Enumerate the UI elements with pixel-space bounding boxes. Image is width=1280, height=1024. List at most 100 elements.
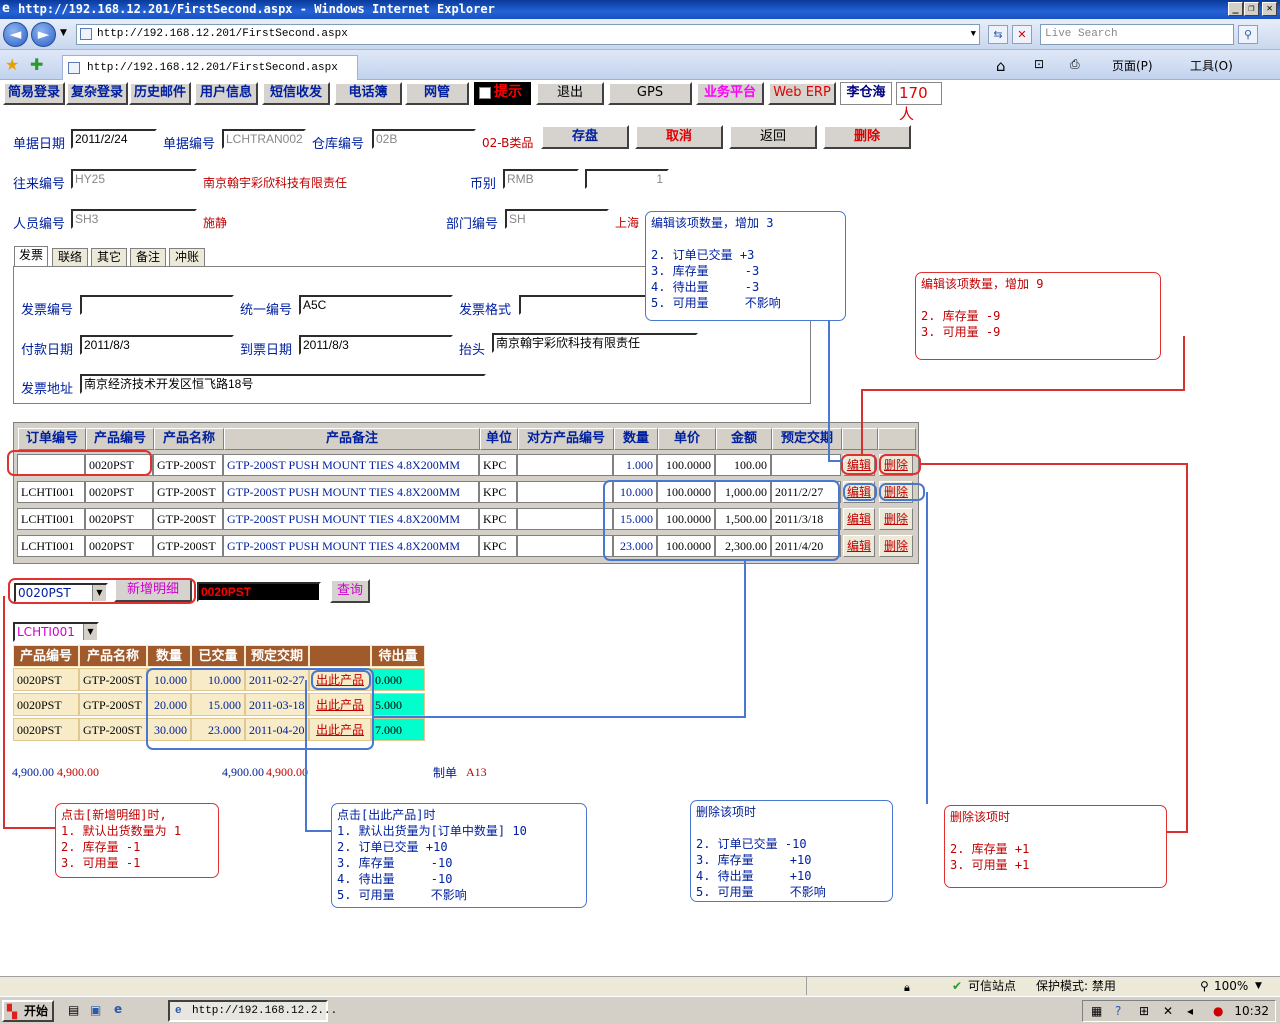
menu-sms[interactable]: 短信收发 (262, 82, 330, 105)
cell-price: 100.0000 (657, 454, 715, 476)
menu-complex-login[interactable]: 复杂登录 (66, 82, 128, 105)
home-icon[interactable]: ⌂ (996, 57, 1006, 75)
ie-quicklaunch-icon[interactable]: e (114, 1002, 122, 1016)
protected-mode: 保护模式: 禁用 (1036, 979, 1116, 993)
web-erp-button[interactable]: Web ERP (768, 82, 836, 105)
address-bar[interactable]: http://192.168.12.201/FirstSecond.aspx ▼ (76, 24, 980, 45)
quicklaunch-icon[interactable]: ▤ (68, 1003, 79, 1017)
hint-toggle[interactable]: 提示 (474, 82, 531, 105)
divider (0, 158, 1270, 159)
col-product-no: 产品编号 (86, 428, 154, 450)
connector-line (926, 492, 928, 804)
windows-logo-icon: ▚ (7, 1005, 17, 1020)
menu-netadmin[interactable]: 网管 (405, 82, 469, 105)
menu-simple-login[interactable]: 简易登录 (3, 82, 65, 105)
tab-other[interactable]: 其它 (91, 248, 127, 266)
invoice-header-input[interactable]: 南京翰宇彩欣科技有限责任 (492, 333, 698, 353)
menu-history-mail[interactable]: 历史邮件 (129, 82, 191, 105)
invoice-no-input[interactable] (80, 295, 234, 315)
unified-no-label: 统一编号 (240, 303, 293, 318)
partner-input[interactable]: HY25 (71, 169, 197, 189)
currency-label: 币别 (470, 177, 497, 192)
order-cell-pending: 7.000 (371, 718, 425, 741)
arrive-date-input[interactable]: 2011/8/3 (299, 335, 453, 355)
invoice-format-input[interactable] (519, 295, 647, 315)
highlight-add-detail (8, 578, 196, 604)
pay-date-input[interactable]: 2011/8/3 (80, 335, 234, 355)
delete-row-link[interactable]: 删除 (879, 535, 913, 557)
cancel-button[interactable]: 取消 (635, 125, 723, 149)
volume-icon[interactable]: ◂ (1187, 1001, 1193, 1021)
tab-remark[interactable]: 备注 (130, 248, 166, 266)
maximize-button[interactable]: ❐ (1244, 2, 1259, 16)
edit-row-link[interactable]: 编辑 (843, 508, 875, 530)
forward-icon[interactable]: ► (31, 22, 56, 47)
page-menu[interactable]: 页面(P) (1112, 57, 1153, 74)
add-favorite-icon[interactable]: ✚ (30, 55, 43, 74)
favorites-star-icon[interactable]: ★ (5, 55, 19, 74)
back-button[interactable]: 返回 (729, 125, 817, 149)
tab-invoice[interactable]: 发票 (14, 246, 48, 267)
doc-date-input[interactable]: 2011/2/24 (71, 129, 157, 149)
live-search-input[interactable]: Live Search (1040, 24, 1234, 45)
browser-tab[interactable]: http://192.168.12.201/FirstSecond.aspx (62, 55, 358, 80)
divider (0, 198, 1270, 199)
start-button[interactable]: ▚ 开始 (2, 1000, 54, 1022)
total-amount-3: 4,900.00 (222, 765, 264, 779)
note-delete-order-row: 删除该项时 2. 订单已交量 -10 3. 库存量 +10 4. 待出量 +10… (690, 800, 893, 902)
exit-button[interactable]: 退出 (536, 82, 604, 105)
maker-label: 制单 (433, 766, 458, 780)
divider (19, 323, 803, 324)
taskbar-ie-window[interactable]: e http://192.168.12.2... (168, 1000, 337, 1022)
order-col-delivered: 已交量 (191, 645, 245, 667)
cell-qty: 1.000 (613, 454, 657, 476)
feeds-icon[interactable]: ⊡ (1034, 57, 1044, 71)
exchange-rate-input[interactable]: 1 (585, 169, 669, 189)
delete-row-link[interactable]: 删除 (879, 508, 913, 530)
history-dropdown-icon[interactable]: ▼ (60, 28, 67, 38)
tray-icon[interactable]: ▦ (1091, 1001, 1102, 1021)
close-window-button[interactable]: ✕ (1262, 2, 1277, 16)
menu-phonebook[interactable]: 电话簿 (334, 82, 402, 105)
tray-icon[interactable]: ● (1213, 1001, 1223, 1021)
query-button[interactable]: 查询 (330, 579, 370, 603)
unified-no-input[interactable]: A5C (299, 295, 453, 315)
tray-icon[interactable]: ✕ (1163, 1001, 1173, 1021)
staff-input[interactable]: SH3 (71, 209, 197, 229)
stop-icon[interactable]: ✕ (1012, 25, 1032, 44)
connector-line (305, 830, 333, 832)
currency-input[interactable]: RMB (503, 169, 579, 189)
delete-doc-button[interactable]: 删除 (823, 125, 911, 149)
minimize-button[interactable]: _ (1228, 2, 1243, 16)
address-dropdown-icon[interactable]: ▼ (971, 25, 976, 44)
menu-user-info[interactable]: 用户信息 (194, 82, 258, 105)
business-platform-button[interactable]: 业务平台 (696, 82, 764, 105)
back-icon[interactable]: ◄ (3, 22, 28, 47)
gps-button[interactable]: GPS (608, 82, 692, 105)
print-icon[interactable]: ⎙ (1070, 57, 1080, 72)
ie-icon: e (175, 1005, 182, 1017)
cell-product-name: GTP-200ST (153, 481, 223, 503)
network-icon[interactable]: ⊞ (1139, 1001, 1149, 1021)
tools-menu[interactable]: 工具(O) (1190, 57, 1233, 74)
status-section (806, 977, 824, 995)
zoom-level[interactable]: 100% (1214, 977, 1248, 996)
refresh-icon[interactable]: ⇆ (988, 25, 1008, 44)
search-icon[interactable]: ⚲ (1238, 25, 1258, 44)
product-search-input[interactable]: 0020PST (197, 582, 321, 602)
desktop-icon[interactable]: ▣ (90, 1003, 101, 1017)
order-col-product-name: 产品名称 (79, 645, 147, 667)
help-icon[interactable]: ? (1115, 1001, 1121, 1021)
hint-checkbox[interactable] (479, 87, 491, 99)
tab-contact[interactable]: 联络 (52, 248, 88, 266)
cell-partner-product (517, 508, 613, 530)
doc-no-input[interactable]: LCHTRAN002 (222, 129, 306, 149)
warehouse-input[interactable]: 02B (372, 129, 476, 149)
dept-input[interactable]: SH (505, 209, 609, 229)
edit-row-link[interactable]: 编辑 (843, 535, 875, 557)
order-select[interactable]: LCHTI001 ▼ (13, 622, 99, 642)
invoice-address-input[interactable]: 南京经济技术开发区恒飞路18号 (80, 374, 486, 394)
save-button[interactable]: 存盘 (541, 125, 629, 149)
tab-writeoff[interactable]: 冲账 (169, 248, 205, 266)
zoom-dropdown-icon[interactable]: ▼ (1255, 977, 1262, 996)
